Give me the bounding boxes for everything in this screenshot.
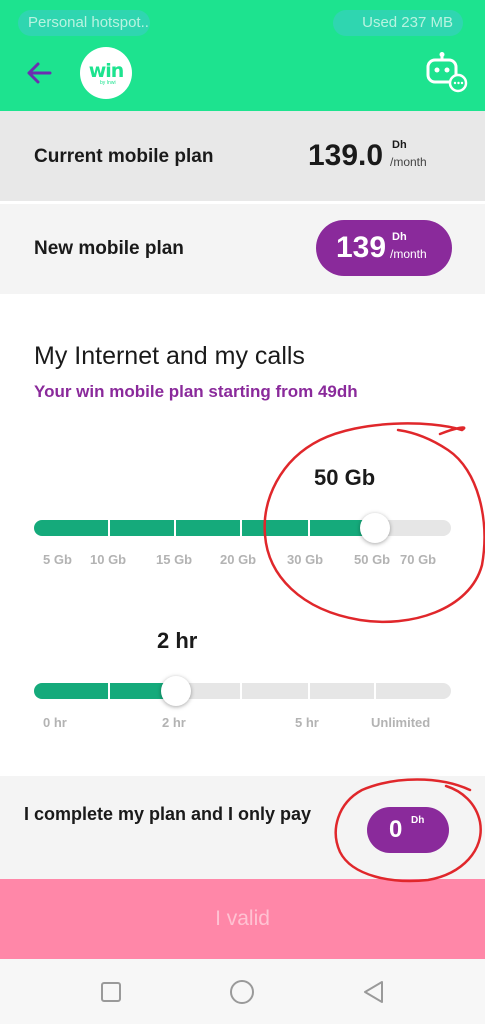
- data-slider-thumb[interactable]: [360, 513, 390, 543]
- calls-slider-segment[interactable]: [242, 683, 308, 699]
- hotspot-status[interactable]: Personal hotspot...: [18, 10, 150, 36]
- new-plan-period: /month: [390, 247, 427, 261]
- current-plan-price: 139.0: [308, 139, 384, 172]
- calls-slider[interactable]: [34, 676, 451, 706]
- calls-slider-thumb[interactable]: [161, 676, 191, 706]
- system-nav-bar: [0, 959, 485, 1024]
- data-tick-label: 20 Gb: [220, 552, 257, 567]
- new-plan-row: New mobile plan 139 Dh /month: [0, 204, 485, 294]
- current-plan-currency: Dh: [392, 139, 407, 151]
- back-triangle-icon[interactable]: [361, 979, 387, 1005]
- validate-button[interactable]: I valid: [0, 879, 485, 959]
- data-slider-segment[interactable]: [242, 520, 308, 536]
- recent-apps-icon[interactable]: [98, 979, 124, 1005]
- new-plan-price-badge: 139 Dh /month: [316, 220, 452, 276]
- calls-tick-label: 2 hr: [162, 715, 186, 730]
- current-plan-label: Current mobile plan: [34, 146, 214, 167]
- calls-tick-label: 0 hr: [43, 715, 67, 730]
- calls-slider-segment[interactable]: [376, 683, 451, 699]
- calls-slider-segment[interactable]: [34, 683, 108, 699]
- logo-subtext: by Inwi: [100, 80, 116, 86]
- logo-text: win: [88, 60, 125, 82]
- pay-label: I complete my plan and I only pay: [24, 804, 312, 824]
- data-tick-label: 5 Gb: [43, 552, 72, 567]
- data-tick-label: 50 Gb: [354, 552, 391, 567]
- pay-summary-row: I complete my plan and I only pay 0 Dh: [0, 776, 485, 879]
- data-tick-label: 10 Gb: [90, 552, 127, 567]
- calls-tick-label: 5 hr: [295, 715, 319, 730]
- calls-slider-value: 2 hr: [157, 628, 198, 653]
- new-plan-price: 139: [336, 231, 387, 264]
- data-slider-segment[interactable]: [34, 520, 108, 536]
- new-plan-label: New mobile plan: [34, 238, 184, 259]
- data-slider-value: 50 Gb: [314, 465, 376, 490]
- data-slider-segment[interactable]: [176, 520, 240, 536]
- data-slider[interactable]: [34, 513, 451, 543]
- win-logo: win by Inwi: [80, 47, 132, 99]
- calls-slider-segment[interactable]: [310, 683, 374, 699]
- data-used-status: Used 237 MB: [333, 10, 463, 36]
- pay-amount: 0: [389, 816, 403, 843]
- data-slider-segment[interactable]: [110, 520, 174, 536]
- arrow-left-icon[interactable]: [24, 58, 54, 88]
- pay-currency: Dh: [411, 815, 425, 826]
- data-tick-label: 15 Gb: [156, 552, 193, 567]
- home-icon[interactable]: [229, 979, 255, 1005]
- pay-amount-badge: 0 Dh: [367, 807, 449, 853]
- data-tick-label: 30 Gb: [287, 552, 324, 567]
- new-plan-currency: Dh: [392, 231, 407, 243]
- current-plan-row: Current mobile plan 139.0 Dh /month: [0, 111, 485, 201]
- calls-tick-label: Unlimited: [371, 715, 431, 730]
- data-tick-label: 70 Gb: [400, 552, 437, 567]
- section-title: My Internet and my calls: [34, 342, 305, 370]
- current-plan-period: /month: [390, 155, 427, 169]
- app-header: Personal hotspot... Used 237 MB win by I…: [0, 0, 485, 111]
- robot-chat-icon[interactable]: [424, 52, 468, 94]
- section-subtitle: Your win mobile plan starting from 49dh: [34, 382, 358, 401]
